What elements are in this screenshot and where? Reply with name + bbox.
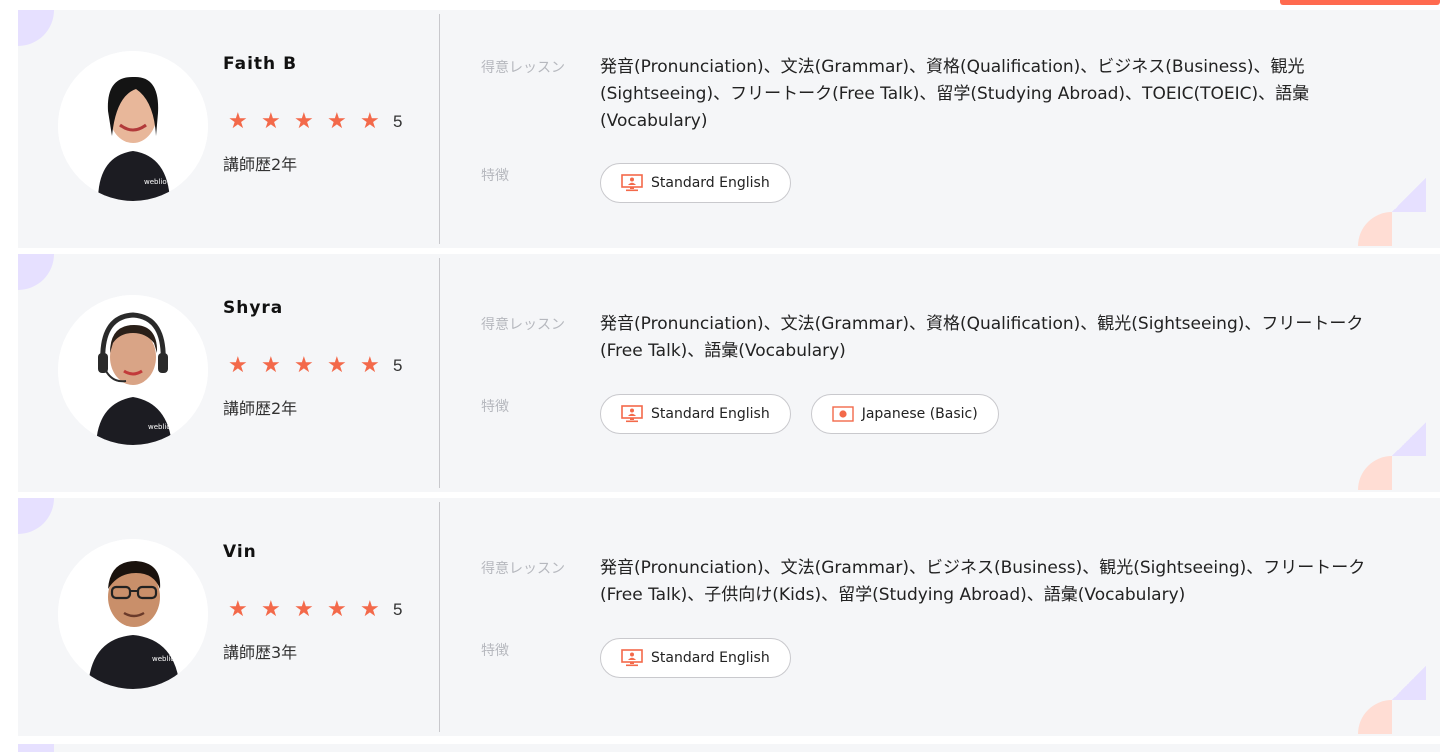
tag-standard-english[interactable]: Standard English <box>600 638 791 678</box>
star-rating: ★ ★ ★ ★ ★ 5 <box>228 598 402 622</box>
star-rating: ★ ★ ★ ★ ★ 5 <box>228 110 402 134</box>
teacher-name[interactable]: Shyra <box>223 298 283 318</box>
lessons-label: 得意レッスン <box>481 60 565 76</box>
card-divider <box>439 258 440 488</box>
teacher-card[interactable]: weblio Faith B ★ ★ ★ ★ ★ 5 講師歴2年 得意レッスン … <box>18 10 1440 248</box>
star-icon: ★ <box>294 597 314 622</box>
rating-value: 5 <box>393 112 403 131</box>
top-accent-bar <box>1280 0 1440 5</box>
tag-japanese-basic[interactable]: Japanese (Basic) <box>810 394 999 434</box>
corner-decoration <box>1392 422 1426 456</box>
star-icon: ★ <box>360 109 380 134</box>
star-rating: ★ ★ ★ ★ ★ 5 <box>228 354 402 378</box>
lessons-list: 発音(Pronunciation)、文法(Grammar)、資格(Qualifi… <box>600 314 1364 361</box>
teacher-card-partial <box>18 744 1440 752</box>
star-icon: ★ <box>294 353 314 378</box>
star-icon: ★ <box>327 353 347 378</box>
features-label: 特徴 <box>481 168 509 184</box>
star-icon: ★ <box>261 353 281 378</box>
teacher-screen-icon <box>621 649 643 667</box>
svg-text:weblio: weblio <box>144 178 167 186</box>
tag-label: Standard English <box>651 175 770 191</box>
star-icon: ★ <box>360 353 380 378</box>
svg-text:weblio: weblio <box>148 423 171 431</box>
teacher-screen-icon <box>621 174 643 192</box>
rating-value: 5 <box>393 356 403 375</box>
star-icon: ★ <box>327 597 347 622</box>
tag-label: Standard English <box>651 650 770 666</box>
features-label: 特徴 <box>481 399 509 415</box>
star-icon: ★ <box>327 109 347 134</box>
feature-tags: Standard English <box>600 163 791 203</box>
star-icon: ★ <box>261 109 281 134</box>
tag-standard-english[interactable]: Standard English <box>600 394 791 434</box>
teacher-name[interactable]: Vin <box>223 542 257 562</box>
features-label: 特徴 <box>481 643 509 659</box>
corner-decoration <box>1392 178 1426 212</box>
star-icon: ★ <box>360 597 380 622</box>
teacher-avatar[interactable]: weblio <box>58 295 208 445</box>
teacher-card[interactable]: weblio Vin ★ ★ ★ ★ ★ 5 講師歴3年 得意レッスン 発音(P… <box>18 498 1440 736</box>
teaching-experience: 講師歴3年 <box>223 643 298 662</box>
corner-decoration <box>18 744 54 752</box>
lessons-list: 発音(Pronunciation)、文法(Grammar)、ビジネス(Busin… <box>600 558 1366 605</box>
lessons-label: 得意レッスン <box>481 317 565 333</box>
star-icon: ★ <box>261 597 281 622</box>
star-icon: ★ <box>228 353 248 378</box>
teacher-avatar[interactable]: weblio <box>58 539 208 689</box>
card-divider <box>439 14 440 244</box>
teacher-card[interactable]: weblio Shyra ★ ★ ★ ★ ★ 5 講師歴2年 得意レッスン 発音… <box>18 254 1440 492</box>
feature-tags: Standard English Japanese (Basic) <box>600 394 999 434</box>
star-icon: ★ <box>294 109 314 134</box>
teaching-experience: 講師歴2年 <box>223 155 298 174</box>
corner-decoration <box>1358 456 1392 490</box>
corner-decoration <box>1358 700 1392 734</box>
japan-flag-icon <box>832 406 854 422</box>
tag-standard-english[interactable]: Standard English <box>600 163 791 203</box>
corner-decoration <box>1392 666 1426 700</box>
teacher-name[interactable]: Faith B <box>223 54 297 74</box>
teacher-list-page: weblio Faith B ★ ★ ★ ★ ★ 5 講師歴2年 得意レッスン … <box>0 0 1456 752</box>
tag-label: Japanese (Basic) <box>861 406 978 422</box>
card-divider <box>439 502 440 732</box>
corner-decoration <box>18 498 54 534</box>
star-icon: ★ <box>228 597 248 622</box>
teacher-screen-icon <box>621 405 643 423</box>
teaching-experience: 講師歴2年 <box>223 399 298 418</box>
tag-label: Standard English <box>651 406 770 422</box>
feature-tags: Standard English <box>600 638 791 678</box>
corner-decoration <box>18 254 54 290</box>
rating-value: 5 <box>393 600 403 619</box>
corner-decoration <box>1358 212 1392 246</box>
lessons-label: 得意レッスン <box>481 561 565 577</box>
teacher-avatar[interactable]: weblio <box>58 51 208 201</box>
svg-text:weblio: weblio <box>152 655 175 663</box>
star-icon: ★ <box>228 109 248 134</box>
lessons-list: 発音(Pronunciation)、文法(Grammar)、資格(Qualifi… <box>600 57 1310 131</box>
corner-decoration <box>18 10 54 46</box>
